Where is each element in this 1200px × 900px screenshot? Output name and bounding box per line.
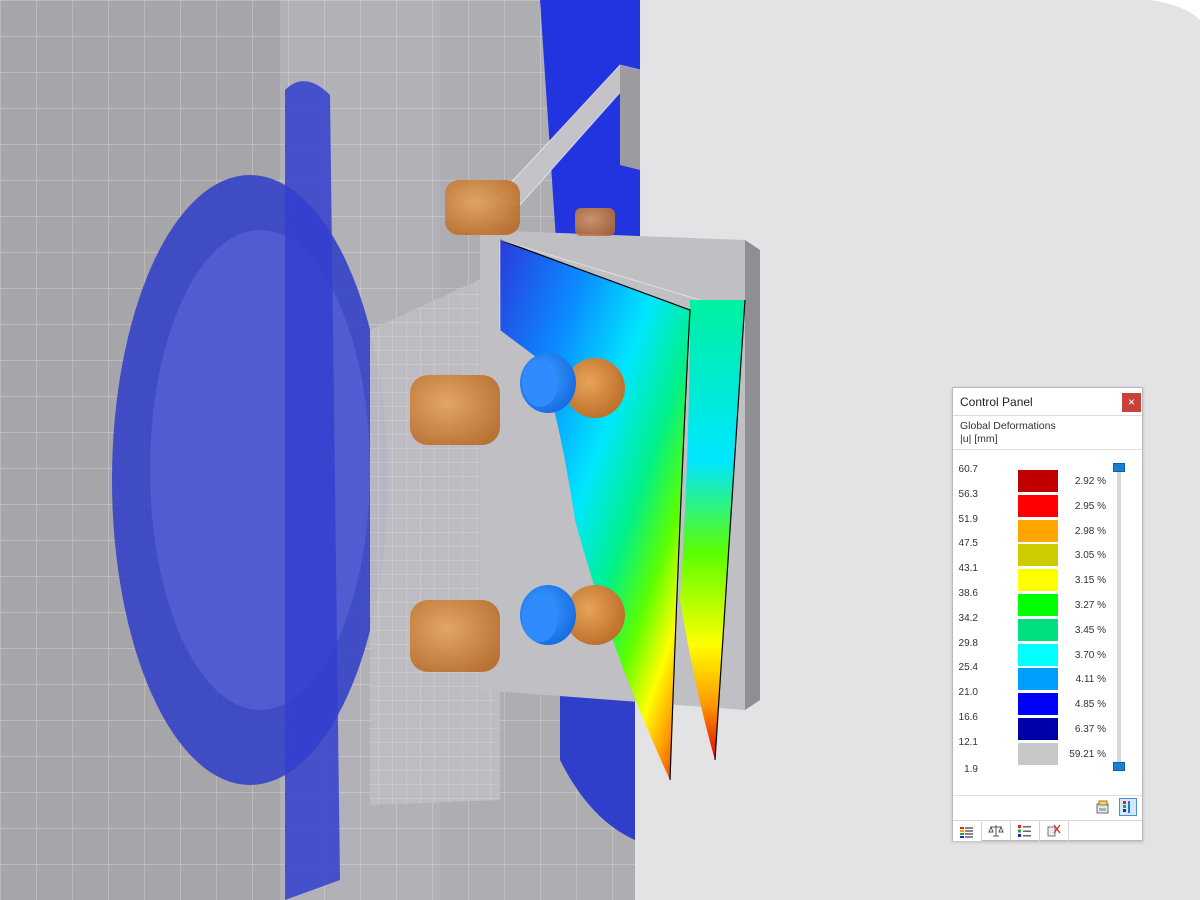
legend-percent: 3.45 % — [1074, 624, 1106, 636]
legend-color-swatch[interactable] — [1018, 569, 1058, 592]
legend-value: 43.1 — [958, 563, 978, 575]
tab-filter[interactable] — [1040, 821, 1069, 841]
legend-min-value: 1.9 — [964, 764, 978, 775]
bolt-left-upper — [410, 375, 500, 445]
divider — [953, 449, 1142, 450]
legend-percent: 3.70 % — [1074, 649, 1106, 661]
result-type-label: Global Deformations — [960, 420, 1056, 432]
close-button[interactable]: × — [1122, 393, 1141, 412]
legend-percent: 4.85 % — [1074, 699, 1106, 711]
legend-value: 34.2 — [958, 612, 978, 624]
legend-color-swatch[interactable] — [1018, 693, 1058, 716]
legend-value: 47.5 — [958, 538, 978, 550]
legend-value: 25.4 — [958, 662, 978, 674]
legend-value: 12.1 — [958, 736, 978, 748]
legend-settings-button[interactable] — [1119, 798, 1137, 816]
legend-range-slider[interactable] — [1117, 470, 1121, 768]
legend-value: 16.6 — [958, 712, 978, 723]
list-icon — [1018, 825, 1031, 837]
legend-color-swatch[interactable] — [1018, 470, 1058, 492]
legend-value: 21.0 — [958, 687, 978, 699]
legend-value: 29.8 — [958, 637, 978, 649]
legend-percent: 59.21 % — [1069, 748, 1106, 760]
legend-percent: 2.95 % — [1074, 500, 1106, 512]
export-button[interactable] — [1094, 798, 1112, 816]
legend-color-swatch[interactable] — [1018, 618, 1058, 641]
legend-percent: 6.37 % — [1074, 724, 1106, 735]
legend-value: 56.3 — [958, 488, 978, 500]
legend-value: 38.6 — [958, 588, 978, 599]
slider-handle-bottom[interactable] — [1113, 762, 1125, 771]
legend-color-swatch[interactable] — [1018, 494, 1058, 517]
control-panel-titlebar[interactable]: Control Panel × — [953, 388, 1142, 416]
color-scale-icon — [960, 827, 973, 838]
legend-settings-icon — [1123, 801, 1130, 813]
result-unit-label: |u| [mm] — [960, 433, 998, 445]
export-icon — [1096, 800, 1109, 814]
legend-percent: 3.27 % — [1074, 600, 1106, 611]
legend-color-swatch[interactable] — [1018, 594, 1058, 616]
legend-color-swatch[interactable] — [1018, 718, 1058, 740]
slider-handle-top[interactable] — [1113, 463, 1125, 472]
legend-color-swatch[interactable] — [1018, 544, 1058, 567]
control-panel-title: Control Panel — [960, 395, 1033, 409]
legend-color-swatch[interactable] — [1018, 643, 1058, 666]
legend-percent: 4.11 % — [1075, 674, 1106, 686]
balance-icon — [988, 825, 1004, 837]
legend-color-swatch[interactable] — [1018, 742, 1058, 765]
close-icon: × — [1127, 395, 1135, 409]
tab-balance[interactable] — [982, 821, 1011, 841]
divider — [953, 795, 1142, 796]
legend-value: 60.7 — [958, 464, 978, 475]
tab-list[interactable] — [1011, 821, 1040, 841]
legend-percent: 2.98 % — [1074, 525, 1106, 537]
tab-color-scale[interactable] — [953, 821, 982, 841]
filter-icon — [1047, 824, 1061, 837]
legend-percent: 2.92 % — [1074, 476, 1106, 487]
control-panel-tabs[interactable] — [953, 820, 1142, 841]
legend-color-swatch[interactable] — [1018, 519, 1058, 542]
legend-color-swatch[interactable] — [1018, 668, 1058, 691]
legend-value: 51.9 — [958, 513, 978, 525]
bolt-left-lower — [410, 600, 500, 672]
legend-percent: 3.05 % — [1074, 550, 1106, 562]
legend-percent: 3.15 % — [1074, 575, 1106, 587]
control-panel[interactable]: Control Panel × Global Deformations |u| … — [952, 387, 1143, 841]
